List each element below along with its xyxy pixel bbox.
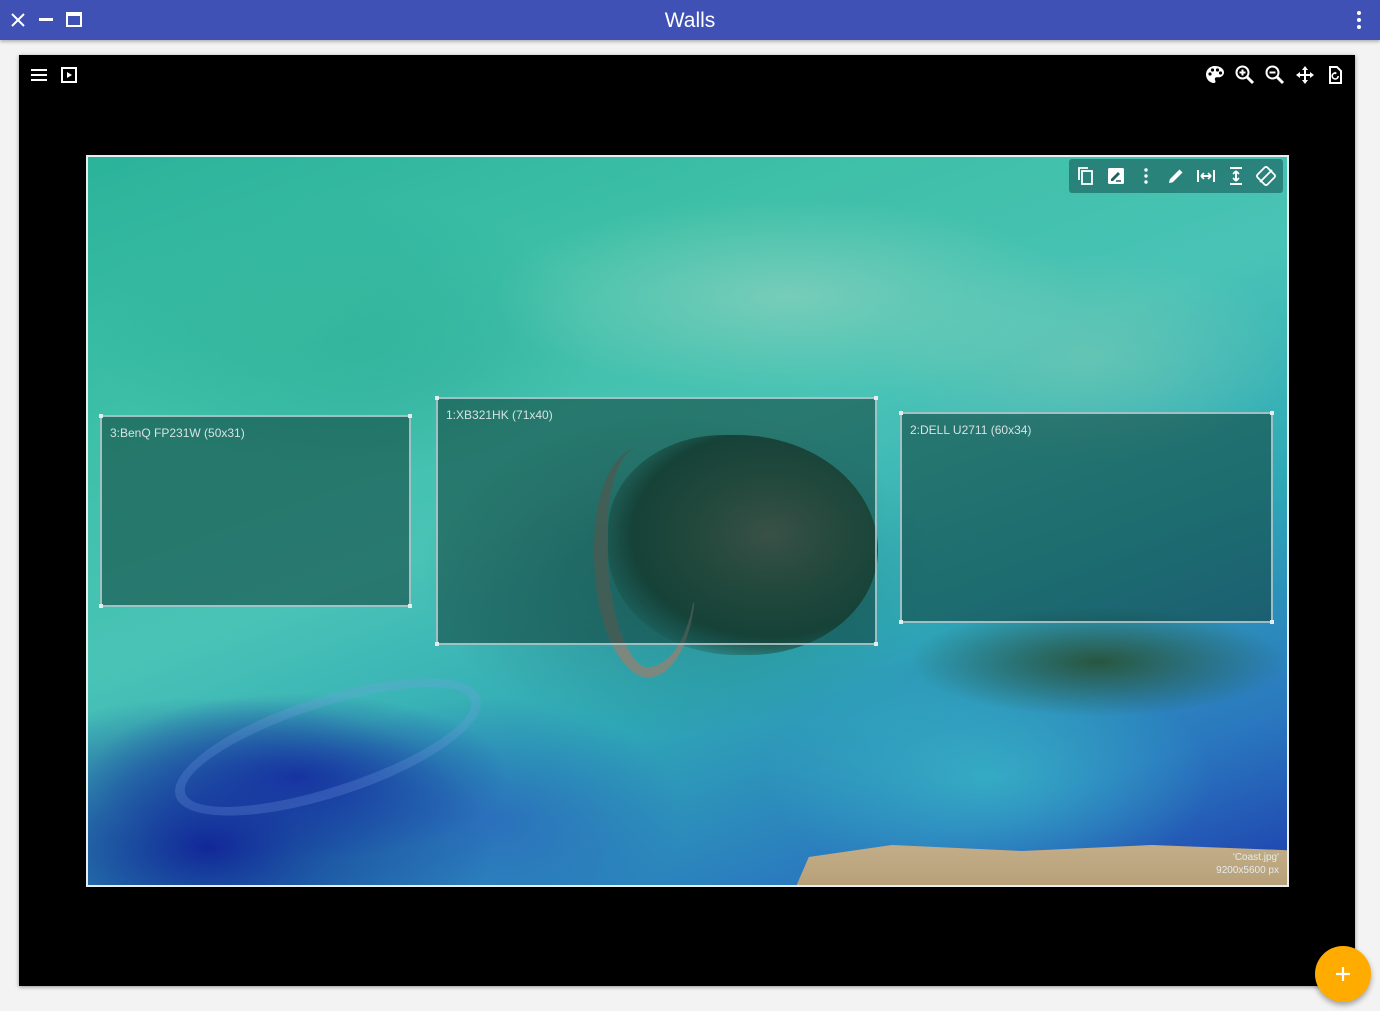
rotate-icon[interactable]: [1254, 164, 1278, 188]
resize-handle[interactable]: [874, 642, 878, 646]
resize-handle[interactable]: [408, 604, 412, 608]
resize-handle[interactable]: [899, 411, 903, 415]
minimize-icon[interactable]: [34, 8, 58, 32]
resize-handle[interactable]: [435, 642, 439, 646]
monitor-label: 2:DELL U2711 (60x34): [910, 423, 1032, 437]
image-info: 'Coast.jpg' 9200x5600 px: [1216, 851, 1279, 877]
desert-shore: [788, 845, 1287, 885]
resize-handle[interactable]: [99, 604, 103, 608]
pencil-icon[interactable]: [1164, 164, 1188, 188]
zoom-out-icon[interactable]: [1262, 62, 1288, 88]
move-icon[interactable]: [1292, 62, 1318, 88]
resize-handle[interactable]: [874, 396, 878, 400]
monitor-3[interactable]: 3:BenQ FP231W (50x31): [99, 414, 412, 608]
water-texture: [160, 650, 496, 844]
wallpaper-preview[interactable]: 3:BenQ FP231W (50x31) 1:XB321HK (71x40) …: [86, 155, 1289, 887]
more-vertical-icon[interactable]: [1134, 164, 1158, 188]
resize-handle[interactable]: [99, 414, 103, 418]
copy-icon[interactable]: [1074, 164, 1098, 188]
maximize-icon[interactable]: [62, 8, 86, 32]
resize-handle[interactable]: [899, 620, 903, 624]
image-dimensions: 9200x5600 px: [1216, 865, 1279, 876]
monitor-2[interactable]: 2:DELL U2711 (60x34): [899, 411, 1274, 624]
more-vertical-icon[interactable]: [1347, 8, 1371, 32]
add-button[interactable]: [1315, 946, 1371, 1002]
fit-height-icon[interactable]: [1224, 164, 1248, 188]
monitor-label: 3:BenQ FP231W (50x31): [110, 426, 245, 440]
monitor-1[interactable]: 1:XB321HK (71x40): [435, 396, 878, 646]
coast-landmass: [908, 607, 1287, 717]
menu-icon[interactable]: [26, 62, 52, 88]
zoom-in-icon[interactable]: [1232, 62, 1258, 88]
plus-icon: [1336, 967, 1350, 981]
monitor-canvas[interactable]: 3:BenQ FP231W (50x31) 1:XB321HK (71x40) …: [19, 55, 1355, 986]
resize-handle[interactable]: [1270, 411, 1274, 415]
close-icon[interactable]: [6, 8, 30, 32]
resize-handle[interactable]: [408, 414, 412, 418]
slideshow-icon[interactable]: [56, 62, 82, 88]
palette-icon[interactable]: [1202, 62, 1228, 88]
image-filename: 'Coast.jpg': [1232, 852, 1279, 863]
water-texture: [128, 217, 488, 417]
fit-width-icon[interactable]: [1194, 164, 1218, 188]
resize-handle[interactable]: [435, 396, 439, 400]
title-bar: Walls: [0, 0, 1380, 40]
monitor-label: 1:XB321HK (71x40): [446, 408, 553, 422]
reset-view-icon[interactable]: [1322, 62, 1348, 88]
window-title: Walls: [664, 9, 716, 32]
image-toolbar: [1069, 159, 1283, 193]
resize-handle[interactable]: [1270, 620, 1274, 624]
edit-image-icon[interactable]: [1104, 164, 1128, 188]
